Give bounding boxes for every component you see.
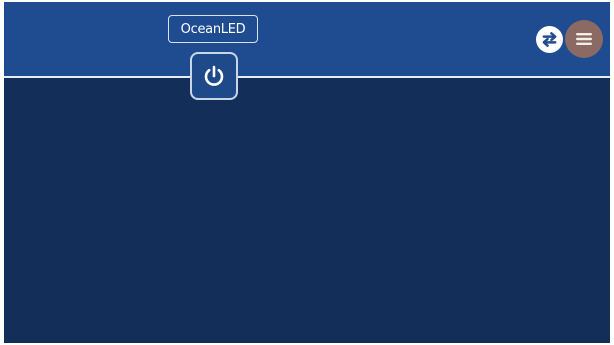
header-bar: OceanLED (4, 2, 610, 76)
oceanled-logo: OceanLED (168, 15, 258, 43)
menu-button[interactable] (565, 20, 603, 58)
header-divider (4, 76, 610, 78)
swap-button[interactable] (536, 26, 563, 53)
logo-text: OceanLED (180, 21, 246, 37)
power-icon (204, 65, 224, 86)
hamburger-menu-icon (576, 33, 592, 45)
swap-arrows-icon (542, 32, 557, 47)
app-screen: OceanLED (4, 2, 610, 343)
power-button[interactable] (190, 52, 238, 100)
